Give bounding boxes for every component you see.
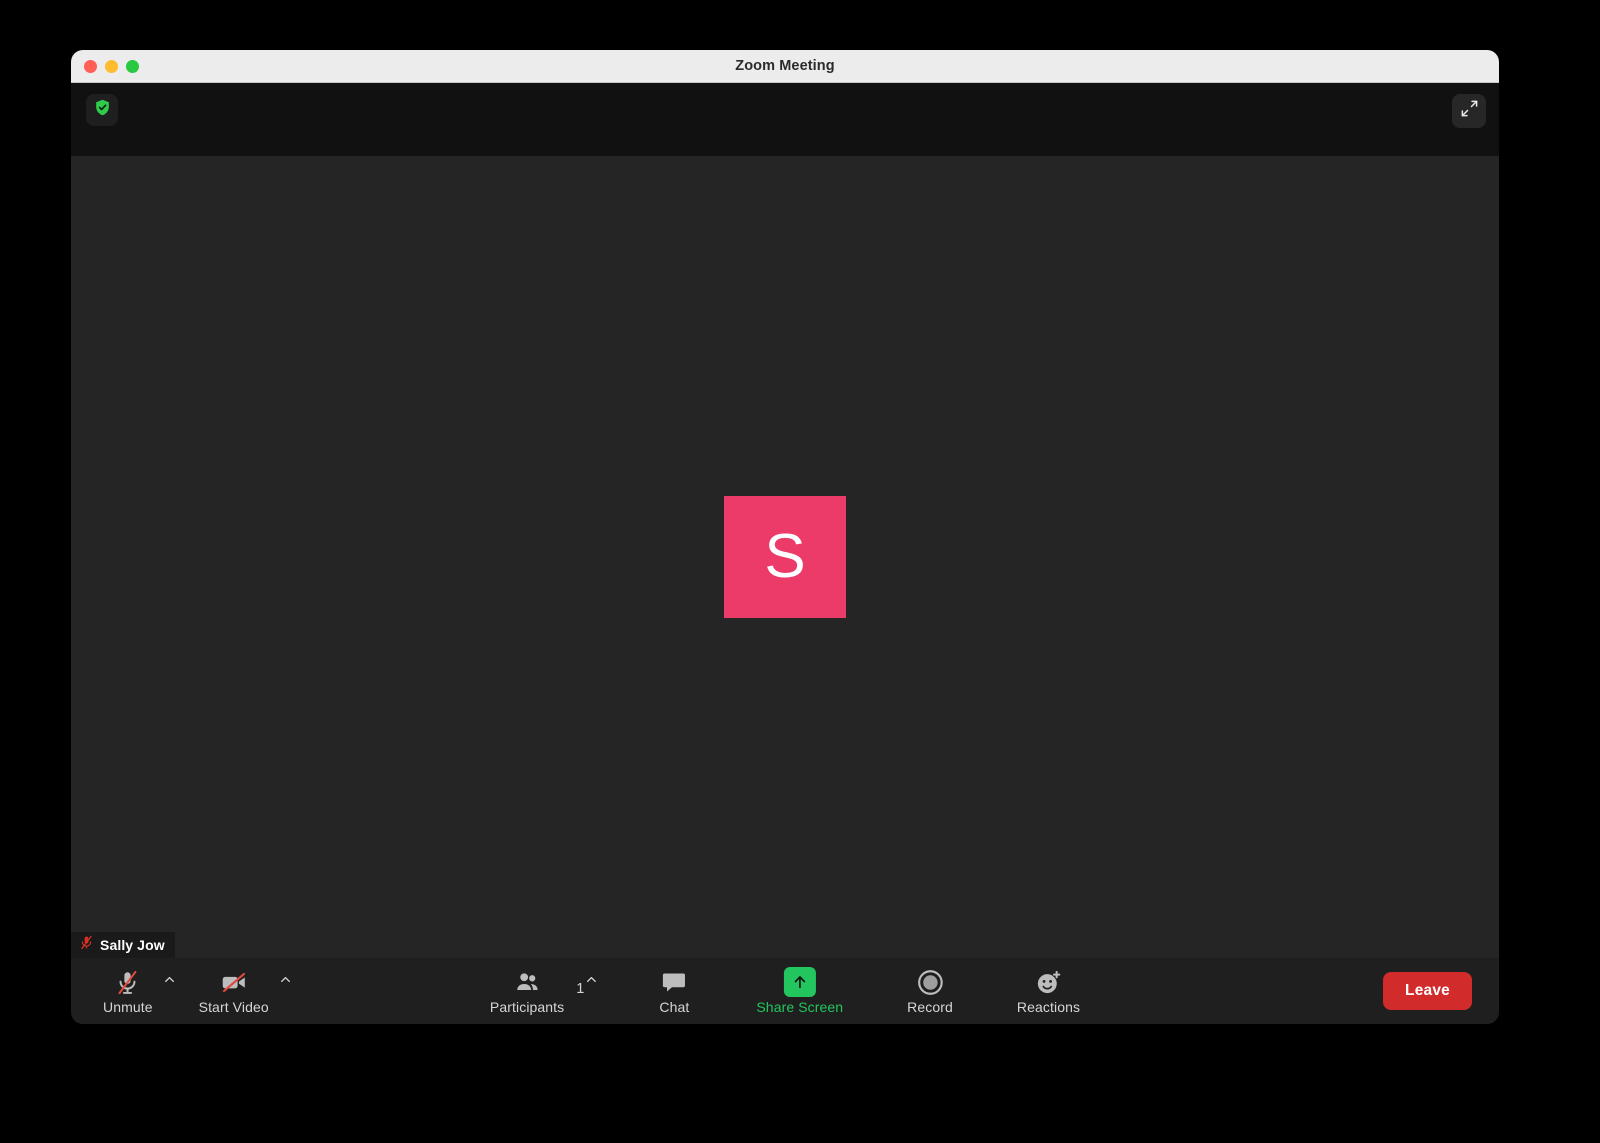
chat-bubble-icon xyxy=(661,967,687,997)
participant-name: Sally Jow xyxy=(100,937,165,953)
security-button[interactable] xyxy=(86,94,118,126)
share-screen-button[interactable]: Share Screen xyxy=(746,967,853,1015)
minimize-window-button[interactable] xyxy=(105,60,118,73)
participants-label: Participants xyxy=(490,999,564,1015)
participant-avatar-tile[interactable]: S xyxy=(724,496,846,618)
chat-button[interactable]: Chat xyxy=(646,967,702,1015)
window-titlebar: Zoom Meeting xyxy=(71,50,1499,83)
mic-muted-icon xyxy=(115,967,140,997)
traffic-lights xyxy=(84,60,139,73)
window-title: Zoom Meeting xyxy=(71,58,1499,74)
chat-label: Chat xyxy=(659,999,689,1015)
reactions-label: Reactions xyxy=(1017,999,1080,1015)
smiley-plus-icon xyxy=(1035,967,1062,997)
record-button[interactable]: Record xyxy=(897,967,963,1015)
leave-button[interactable]: Leave xyxy=(1383,972,1472,1010)
toolbar-right-group: Leave xyxy=(1383,972,1472,1010)
zoom-app-root: Zoom Meeting xyxy=(0,0,1600,1143)
participant-name-plate: Sally Jow xyxy=(71,932,175,958)
participants-icon xyxy=(514,967,541,997)
enter-fullscreen-button[interactable] xyxy=(1452,94,1486,128)
toolbar-center-group: Participants 1 xyxy=(480,967,1090,1015)
video-off-icon xyxy=(220,967,248,997)
close-window-button[interactable] xyxy=(84,60,97,73)
toolbar-left-group: Unmute xyxy=(93,967,295,1015)
share-screen-label: Share Screen xyxy=(756,999,843,1015)
video-stage: S Sally Jow xyxy=(71,156,1499,958)
meeting-top-bar xyxy=(71,83,1499,156)
start-video-button[interactable]: Start Video xyxy=(189,967,279,1015)
meeting-toolbar: Unmute xyxy=(71,958,1499,1024)
video-control-group: Start Video xyxy=(189,967,295,1015)
audio-control-group: Unmute xyxy=(93,967,179,1015)
share-screen-up-arrow-icon xyxy=(784,967,816,997)
record-label: Record xyxy=(907,999,953,1015)
unmute-label: Unmute xyxy=(103,999,153,1015)
maximize-window-button[interactable] xyxy=(126,60,139,73)
start-video-label: Start Video xyxy=(199,999,269,1015)
chevron-up-icon xyxy=(585,973,598,991)
shield-check-icon xyxy=(93,98,112,122)
avatar-initial: S xyxy=(764,526,805,588)
chevron-up-icon xyxy=(163,973,176,991)
chevron-up-icon xyxy=(279,973,292,991)
reactions-button[interactable]: Reactions xyxy=(1007,967,1090,1015)
share-screen-icon-box xyxy=(784,967,816,997)
participants-button[interactable]: Participants xyxy=(480,967,574,1015)
unmute-button[interactable]: Unmute xyxy=(93,967,163,1015)
zoom-meeting-window: Zoom Meeting xyxy=(71,50,1499,1024)
expand-diagonal-icon xyxy=(1460,99,1479,123)
audio-options-chevron[interactable] xyxy=(161,967,179,997)
record-circle-icon xyxy=(917,967,944,997)
participants-control-group: Participants 1 xyxy=(480,967,600,1015)
mic-muted-icon xyxy=(79,934,94,956)
video-options-chevron[interactable] xyxy=(277,967,295,997)
participants-options-chevron[interactable] xyxy=(582,967,600,997)
